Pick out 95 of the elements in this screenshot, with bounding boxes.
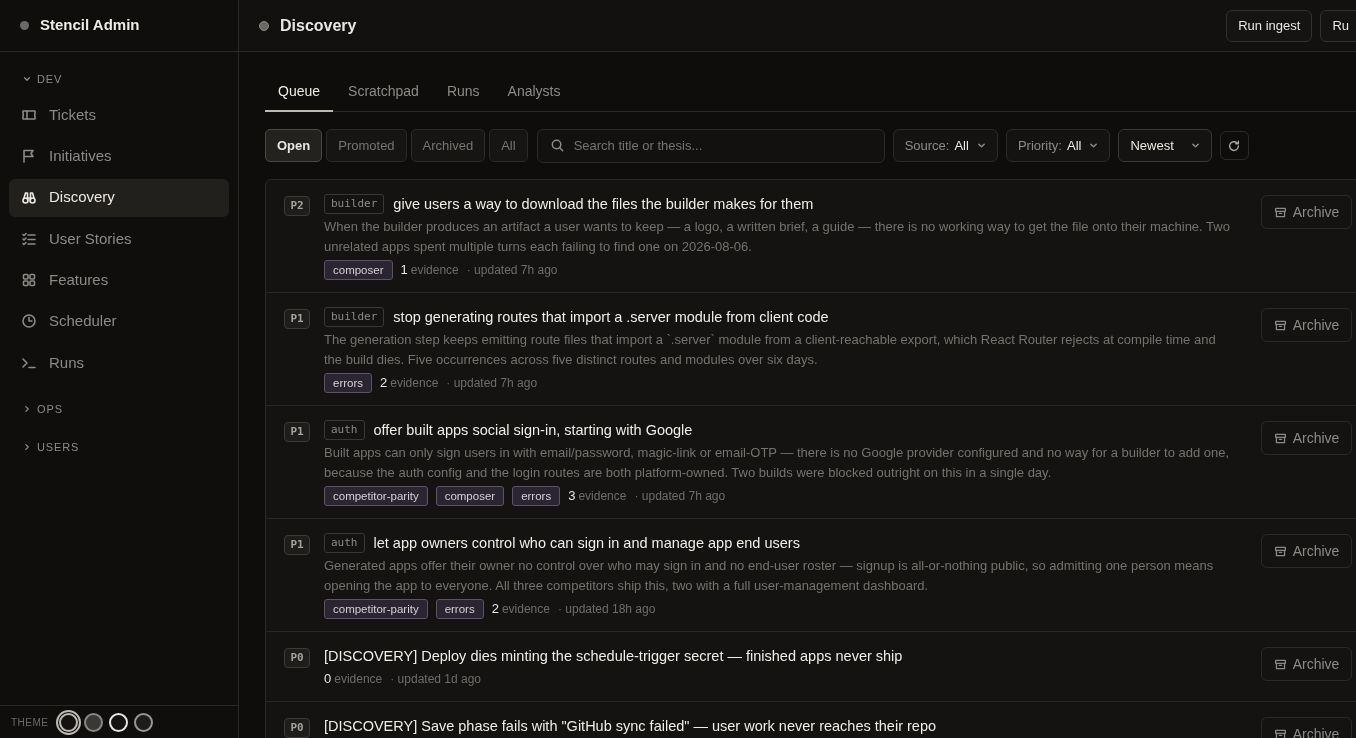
priority-dropdown[interactable]: Priority: All <box>1005 129 1111 162</box>
priority-badge: P1 <box>284 309 310 329</box>
archive-icon <box>1273 205 1287 219</box>
tag: composer <box>324 260 393 280</box>
tag: errors <box>512 486 561 506</box>
tag: composer <box>435 486 505 506</box>
chevron-right-icon <box>23 442 31 451</box>
nav-item[interactable]: Initiatives <box>9 137 229 176</box>
grid-icon <box>21 272 37 289</box>
evidence-count: 1 evidence <box>400 261 459 279</box>
archive-button[interactable]: Archive <box>1261 421 1352 455</box>
evidence-count: 3 evidence <box>568 487 627 505</box>
updated-time: · updated 18h ago <box>557 601 656 618</box>
nav-item[interactable]: Runs <box>9 343 229 382</box>
priority-badge: P0 <box>284 718 310 738</box>
sort-dropdown[interactable]: Newest <box>1118 129 1212 162</box>
tab[interactable]: Runs <box>433 72 493 112</box>
archive-icon <box>1273 544 1287 558</box>
priority-badge: P1 <box>284 535 310 555</box>
archive-icon <box>1273 727 1287 738</box>
priority-badge: P0 <box>284 648 310 668</box>
updated-time: · updated 7h ago <box>446 375 538 392</box>
archive-icon <box>1273 431 1287 445</box>
filter-chip[interactable]: All <box>489 129 528 162</box>
theme-swatch[interactable] <box>133 712 153 732</box>
filter-chip[interactable]: Archived <box>410 129 486 162</box>
refresh-icon <box>1227 138 1242 153</box>
section-header[interactable]: DEV <box>9 68 229 90</box>
nav-item[interactable]: User Stories <box>9 219 229 258</box>
app-title: Stencil Admin <box>40 15 140 36</box>
category-tag: auth <box>324 420 365 440</box>
section-header[interactable]: OPS <box>9 397 229 420</box>
evidence-count: 2 evidence <box>491 600 550 618</box>
updated-time: · updated 7h ago <box>634 488 726 505</box>
archive-button[interactable]: Archive <box>1261 534 1352 568</box>
category-tag: auth <box>324 533 365 553</box>
item-title[interactable]: [DISCOVERY] Deploy dies minting the schedule-trigger secret — finished apps never ship <box>324 646 903 666</box>
tab[interactable]: Queue <box>265 72 334 112</box>
category-tag: builder <box>324 307 385 327</box>
search-input[interactable]: Search title or thesis... <box>573 135 872 156</box>
archive-button[interactable]: Archive <box>1261 195 1352 229</box>
chevron-down-icon <box>976 141 986 150</box>
tab[interactable]: Analysts <box>494 72 574 112</box>
archive-button[interactable]: Archive <box>1261 647 1352 681</box>
priority-badge: P2 <box>284 196 310 216</box>
filter-chip[interactable]: Open <box>265 129 323 162</box>
updated-time: · updated 7h ago <box>466 262 558 279</box>
search-field[interactable]: Search title or thesis... <box>536 128 885 163</box>
priority-badge: P1 <box>284 422 310 442</box>
item-description: Generated apps offer their owner no control over who may sign in and no end-user roster — signup is all-or-nothing public, so admitting one person means opening the app to everyone. All three competitors ship this, two with a full user-management dashboard. <box>324 557 1215 595</box>
evidence-count: 0 evidence <box>324 670 383 688</box>
item-description: Built apps can only sign users in with email/password, magic-link or email-OTP — there is no Google provider configured and no way for a builder to add one, because the auth config and the login routes are both platform-owned. Two builds were blocked outright on this in a single day. <box>324 444 1231 482</box>
tab[interactable]: Scratchpad <box>335 72 432 112</box>
theme-label: THEME <box>11 715 49 730</box>
item-description: When the builder produces an artifact a user wants to keep — a logo, a written brief, a guide — there is no working way to get the file onto their machine. Two unrelated apps spent multiple turns each failing to find one on 2026-08-06. <box>324 218 1231 256</box>
tag: competitor-parity <box>324 599 428 619</box>
theme-swatch[interactable] <box>58 712 78 732</box>
nav-item[interactable]: Discovery <box>9 178 229 217</box>
item-title[interactable]: give users a way to download the files the builder makes for them <box>393 194 814 214</box>
item-title[interactable]: stop generating routes that import a .server module from client code <box>393 307 829 327</box>
category-tag: builder <box>324 194 385 214</box>
item-title[interactable]: offer built apps social sign-in, starting with Google <box>373 420 693 440</box>
refresh-button[interactable] <box>1219 131 1249 160</box>
search-icon <box>549 138 565 153</box>
clock-icon <box>21 313 37 330</box>
chevron-down-icon <box>1089 141 1099 150</box>
ticket-icon <box>21 107 37 123</box>
item-title[interactable]: [DISCOVERY] Save phase fails with "GitHub sync failed" — user work never reaches their repo <box>324 716 937 736</box>
section-header[interactable]: USERS <box>9 435 229 458</box>
archive-icon <box>1273 318 1287 332</box>
evidence-count: 2 evidence <box>380 374 439 392</box>
checklist-icon <box>21 230 37 247</box>
source-dropdown[interactable]: Source: All <box>892 129 998 162</box>
binoculars-icon <box>21 189 37 206</box>
archive-icon <box>1273 657 1287 671</box>
tag: errors <box>324 373 373 393</box>
flag-icon <box>21 148 37 165</box>
chevron-right-icon <box>23 404 31 413</box>
archive-button[interactable]: Archive <box>1261 308 1352 342</box>
theme-swatch[interactable] <box>83 712 103 732</box>
nav-item[interactable]: Scheduler <box>9 302 229 341</box>
tag: errors <box>435 599 484 619</box>
item-description: The generation step keeps emitting route files that import a `.server` module from a client-reachable export, which React Router rejects at compile time and the build dies. Five occurrences across five distinct routes and modules over six days. <box>324 331 1217 369</box>
nav-item[interactable]: Features <box>9 261 229 300</box>
item-title[interactable]: let app owners control who can sign in and manage app end users <box>373 533 800 553</box>
page-title: Discovery <box>280 15 357 36</box>
nav-item[interactable]: Tickets <box>9 96 229 134</box>
chevron-down-icon <box>1190 141 1200 150</box>
archive-button[interactable]: Archive <box>1261 717 1352 738</box>
header-button[interactable]: Run ingest <box>1226 9 1313 42</box>
header-button[interactable]: Ru <box>1320 9 1356 42</box>
filter-chip[interactable]: Promoted <box>326 129 407 162</box>
updated-time: · updated 1d ago <box>390 671 482 688</box>
chevron-down-icon <box>23 75 31 83</box>
tag: competitor-parity <box>324 486 428 506</box>
